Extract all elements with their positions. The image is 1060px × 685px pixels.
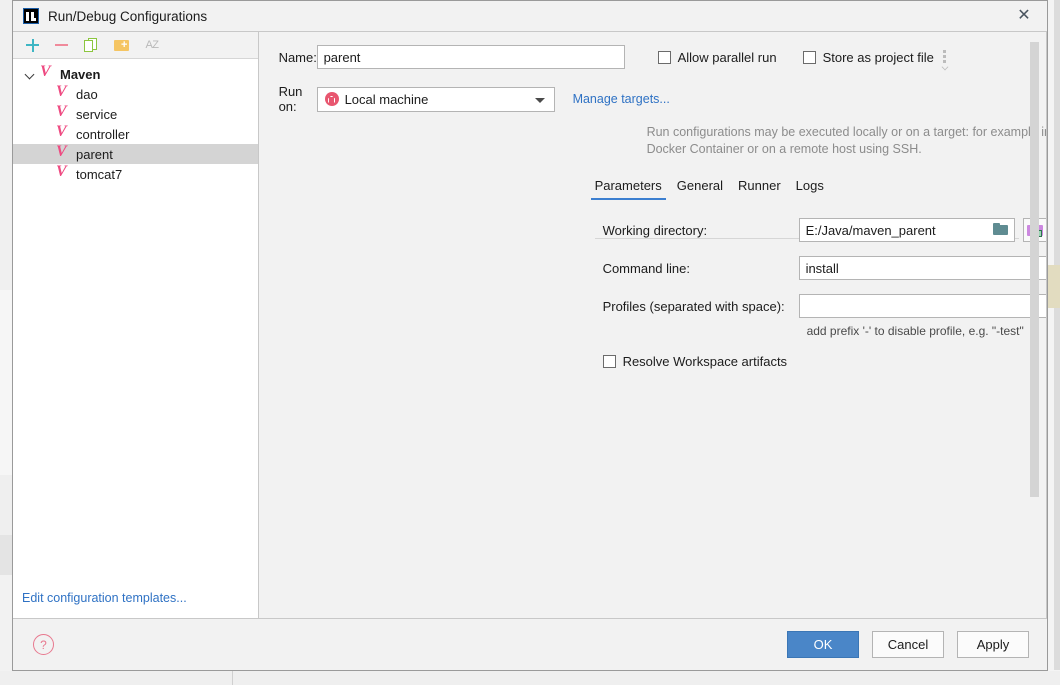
- tab-parameters[interactable]: Parameters: [590, 178, 666, 200]
- resolve-workspace-artifacts-label: Resolve Workspace artifacts: [622, 354, 788, 369]
- dialog-buttons: OK Cancel Apply: [787, 631, 1029, 658]
- profiles-row: Profiles (separated with space):: [603, 294, 1047, 318]
- parameters-form: Working directory: E:/Java/maven_parent …: [602, 218, 1047, 369]
- background-right-shade: [1054, 0, 1060, 670]
- background-block-b: [0, 290, 12, 475]
- configuration-tabs: Parameters General Runner Logs: [590, 178, 1047, 200]
- maven-icon: [56, 83, 72, 102]
- close-icon[interactable]: ✕: [1001, 1, 1047, 31]
- sort-alphabetically-icon[interactable]: AZ: [142, 36, 162, 54]
- tree-node-maven-root[interactable]: Maven: [13, 63, 258, 84]
- configuration-content-panel: Name: parent Allow parallel run Store as…: [258, 31, 1047, 618]
- help-question-icon[interactable]: ?: [33, 634, 54, 655]
- allow-parallel-run-checkbox[interactable]: Allow parallel run: [657, 49, 777, 65]
- background-ide-status-bar: [0, 671, 1060, 685]
- sidebar-footer: Edit configuration templates...: [13, 578, 258, 618]
- tree-item-controller[interactable]: controller: [13, 123, 258, 144]
- tree-item-label: controller: [76, 126, 130, 142]
- command-line-label: Command line:: [602, 260, 690, 276]
- checkbox-box[interactable]: [802, 50, 816, 64]
- run-on-description: Run configurations may be executed local…: [646, 125, 1047, 156]
- sidebar-toolbar: AZ: [13, 32, 258, 59]
- tab-logs[interactable]: Logs: [796, 178, 824, 200]
- tree-item-service[interactable]: service: [13, 103, 258, 124]
- top-form: Name: parent Allow parallel run Store as…: [259, 32, 1047, 158]
- dialog-titlebar: Run/Debug Configurations ✕: [13, 1, 1047, 31]
- allow-parallel-run-label: Allow parallel run: [677, 49, 777, 65]
- dialog-footer: ? OK Cancel Apply: [13, 618, 1047, 670]
- ok-button[interactable]: OK: [787, 631, 859, 658]
- content-right-divider: [1046, 32, 1047, 618]
- tree-item-label: service: [76, 106, 118, 122]
- background-block-d: [0, 535, 12, 575]
- tab-general[interactable]: General: [677, 178, 723, 200]
- run-debug-configurations-dialog: Run/Debug Configurations ✕ AZ Maven: [12, 0, 1048, 671]
- content-scrollbar-thumb[interactable]: [1030, 42, 1039, 497]
- remove-configuration-button[interactable]: [52, 36, 72, 54]
- kebab-dropdown-icon[interactable]: [940, 48, 954, 66]
- profiles-input[interactable]: [798, 294, 1047, 318]
- working-directory-label: Working directory:: [602, 222, 708, 238]
- apply-button[interactable]: Apply: [957, 631, 1029, 658]
- working-directory-input[interactable]: E:/Java/maven_parent: [798, 218, 1015, 242]
- background-block-c: [0, 475, 12, 535]
- folder-browse-icon[interactable]: [993, 223, 1008, 236]
- profiles-label: Profiles (separated with space):: [602, 298, 785, 314]
- maven-icon: [56, 123, 72, 142]
- maven-icon: [40, 63, 56, 82]
- new-folder-button[interactable]: [112, 36, 132, 54]
- store-as-project-file-label: Store as project file: [822, 49, 934, 65]
- checkbox-box[interactable]: [602, 355, 616, 368]
- run-on-label: Run on:: [278, 84, 303, 114]
- dialog-title: Run/Debug Configurations: [48, 8, 208, 24]
- local-machine-home-icon: [324, 92, 339, 106]
- tree-item-label: dao: [76, 86, 98, 102]
- tree-node-label: Maven: [60, 66, 101, 82]
- tree-item-label: tomcat7: [76, 166, 123, 182]
- configurations-tree: Maven dao service controller: [13, 59, 258, 578]
- run-on-value: Local machine: [344, 91, 429, 107]
- cancel-button[interactable]: Cancel: [872, 631, 944, 658]
- add-configuration-button[interactable]: [22, 36, 42, 54]
- tree-item-tomcat7[interactable]: tomcat7: [13, 163, 258, 184]
- maven-icon: [56, 143, 72, 162]
- working-directory-row: Working directory: E:/Java/maven_parent: [603, 218, 1047, 242]
- command-line-input[interactable]: install: [798, 256, 1047, 280]
- maven-icon: [56, 103, 72, 122]
- run-on-row: Run on: Local machine Manage targets...: [259, 84, 1047, 114]
- name-input[interactable]: parent: [316, 45, 625, 69]
- chevron-down-icon[interactable]: [23, 67, 37, 81]
- name-row: Name: parent Allow parallel run Store as…: [259, 45, 1047, 69]
- name-label: Name:: [278, 49, 317, 65]
- checkbox-box[interactable]: [657, 50, 671, 64]
- tree-item-label: parent: [76, 146, 113, 162]
- tab-runner[interactable]: Runner: [738, 178, 781, 200]
- chevron-down-icon[interactable]: [534, 97, 545, 103]
- intellij-idea-logo-icon: [23, 8, 39, 24]
- maven-icon: [56, 163, 72, 182]
- manage-targets-link[interactable]: Manage targets...: [573, 92, 670, 106]
- command-line-row: Command line: install: [603, 256, 1047, 280]
- background-block-a: [0, 0, 12, 290]
- background-status-divider: [232, 671, 233, 685]
- tree-item-dao[interactable]: dao: [13, 83, 258, 104]
- store-as-project-file-checkbox[interactable]: Store as project file: [802, 49, 934, 65]
- resolve-workspace-artifacts-checkbox[interactable]: Resolve Workspace artifacts: [602, 354, 1047, 369]
- run-on-combobox[interactable]: Local machine: [316, 86, 555, 112]
- copy-configuration-button[interactable]: [82, 36, 102, 54]
- dialog-body: AZ Maven dao service: [13, 31, 1047, 618]
- profiles-hint: add prefix '-' to disable profile, e.g. …: [806, 324, 1024, 338]
- tree-item-parent[interactable]: parent: [13, 143, 258, 164]
- configurations-sidebar: AZ Maven dao service: [13, 31, 259, 618]
- screenshot-root: Run/Debug Configurations ✕ AZ Maven: [0, 0, 1060, 685]
- edit-configuration-templates-link[interactable]: Edit configuration templates...: [22, 591, 187, 605]
